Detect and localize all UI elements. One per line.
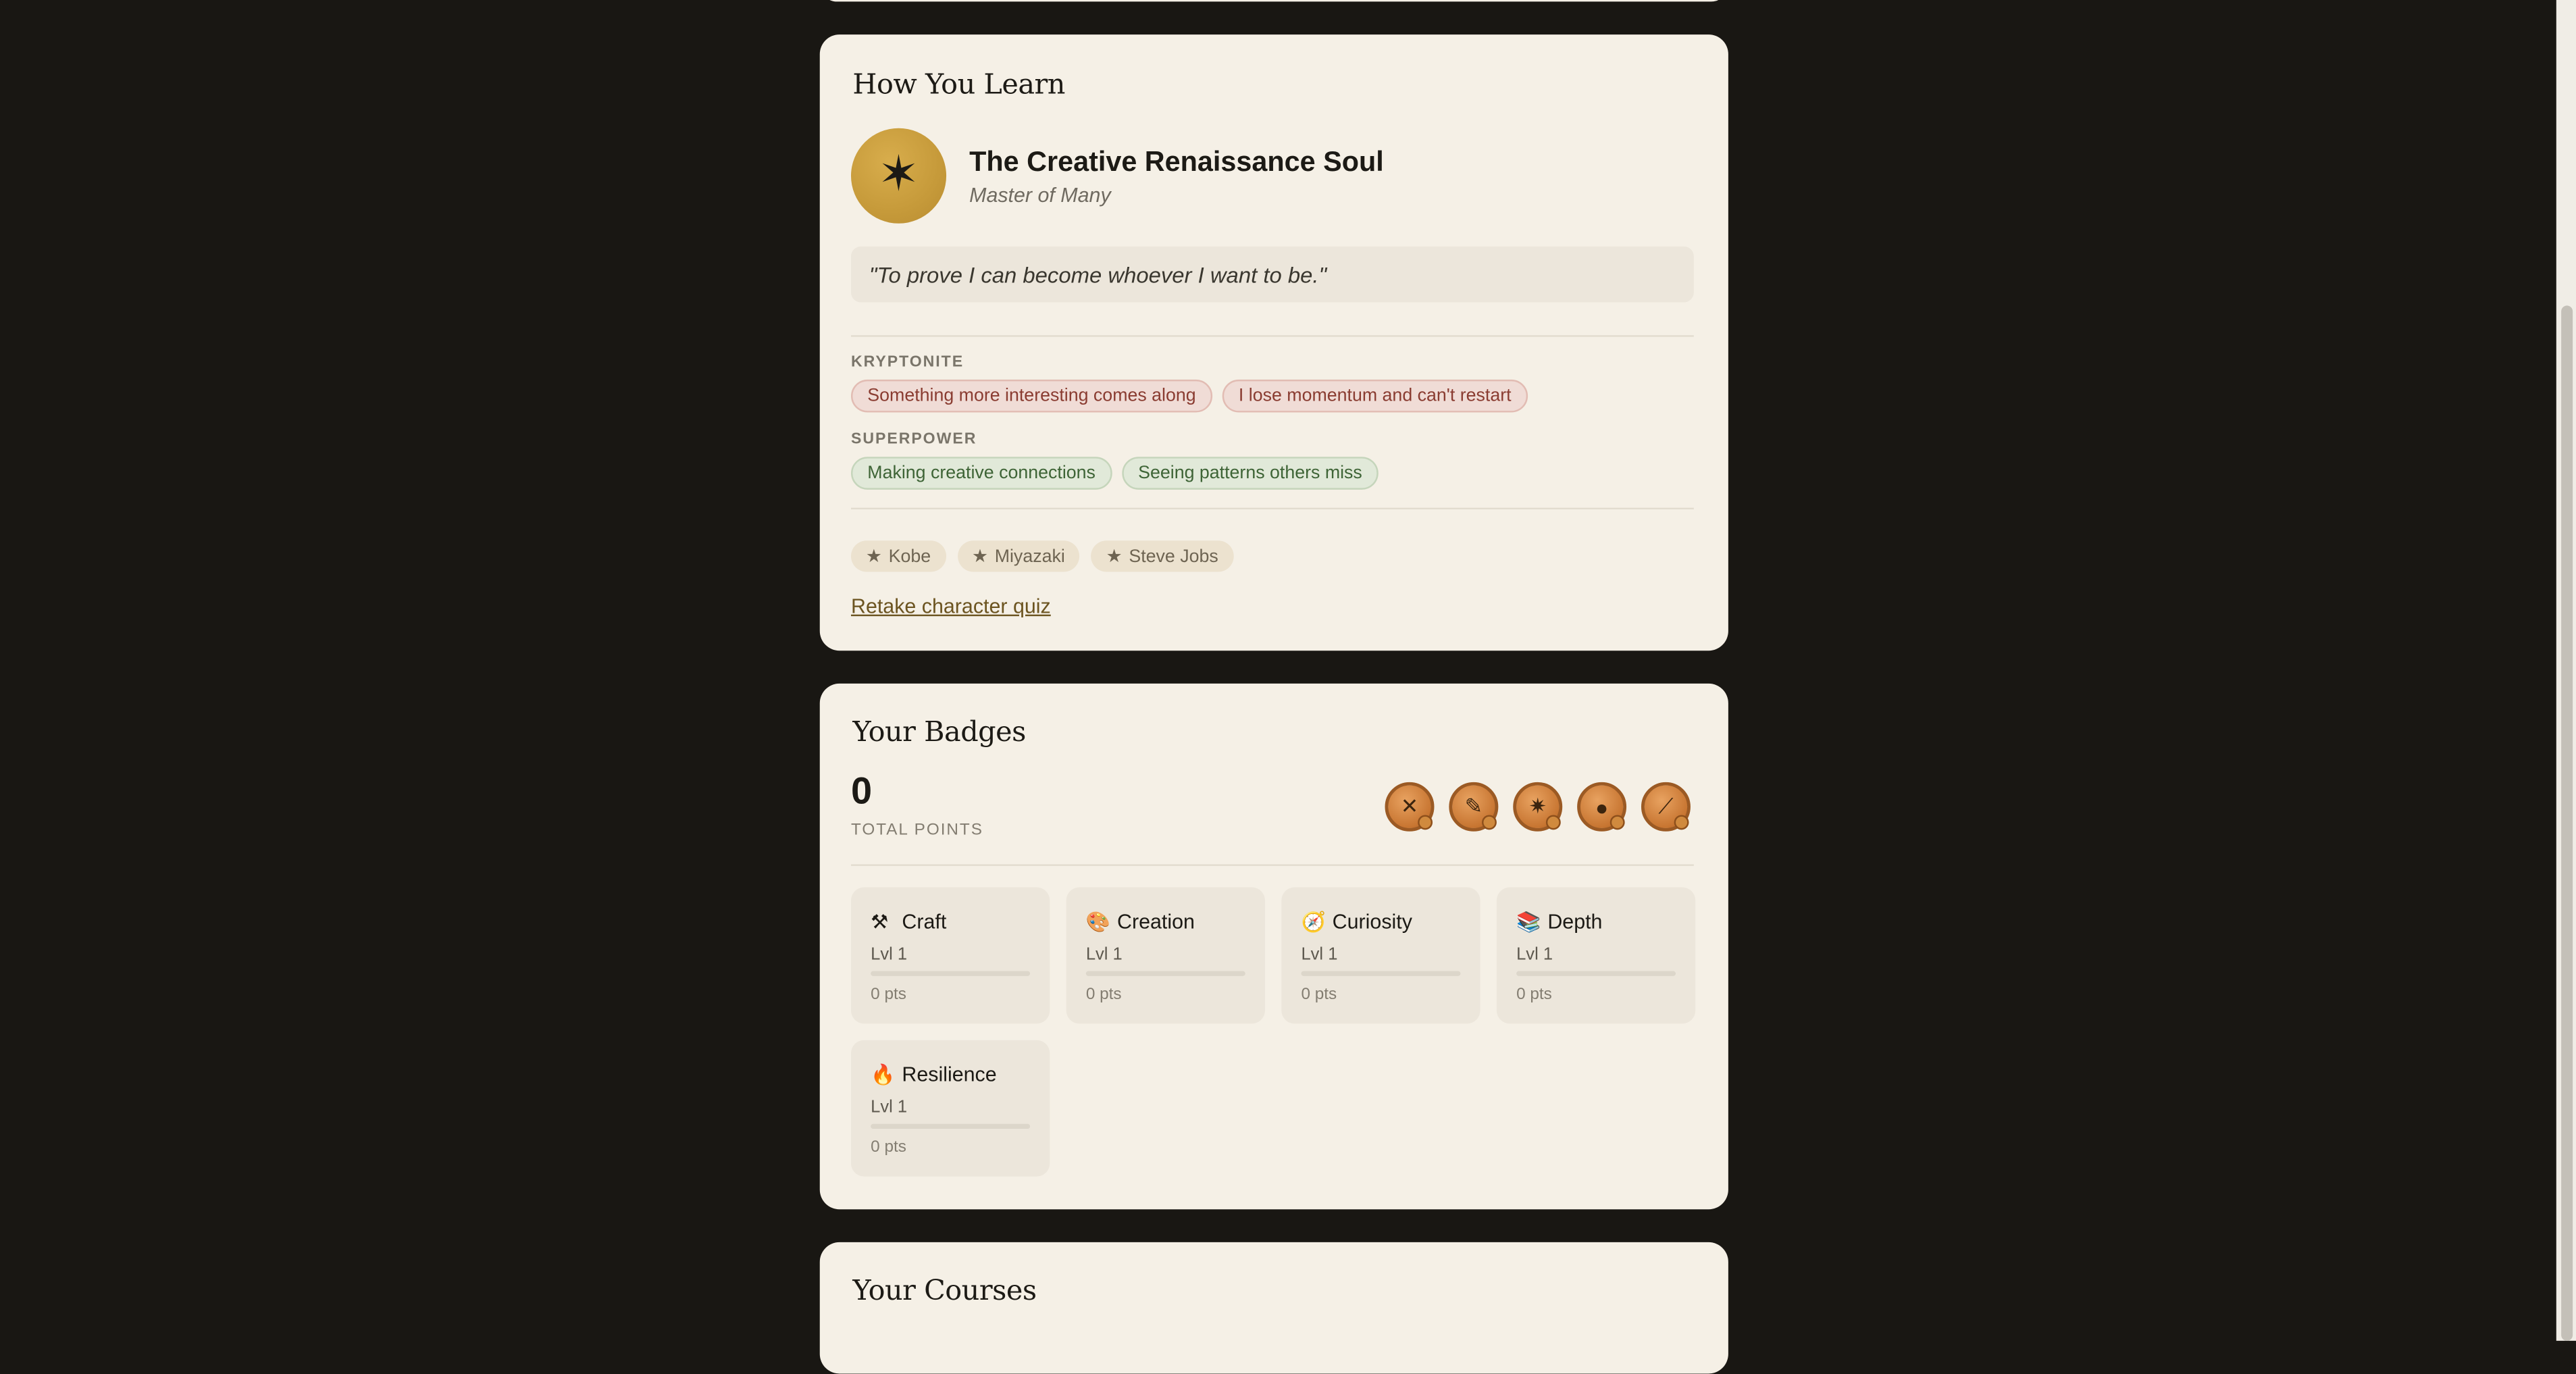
star-icon: ✶ <box>877 147 920 203</box>
category-name: Depth <box>1547 910 1603 934</box>
crossed-tools-icon[interactable]: ✕ <box>1385 782 1435 832</box>
badge-glyph: ● <box>1595 794 1609 819</box>
superpower-tags: Making creative connections Seeing patte… <box>850 457 1379 490</box>
palette-icon[interactable]: ✎ <box>1449 782 1499 832</box>
category-level: Lvl 1 <box>1301 944 1338 965</box>
category-card-creation[interactable]: 🎨 Creation Lvl 1 0 pts <box>1066 887 1265 1024</box>
star-icon: ★ <box>971 546 988 567</box>
kryptonite-label: KRYPTONITE <box>850 353 964 372</box>
category-points: 0 pts <box>1301 986 1337 1004</box>
category-points: 0 pts <box>1085 986 1122 1004</box>
badge-glyph: ✕ <box>1400 793 1419 819</box>
lock-icon <box>1674 815 1689 830</box>
category-card-depth[interactable]: 📚 Depth Lvl 1 0 pts <box>1496 887 1696 1024</box>
category-points: 0 pts <box>1516 986 1552 1004</box>
kryptonite-tag: Something more interesting comes along <box>850 379 1212 413</box>
books-icon: 📚 <box>1516 910 1541 934</box>
compass-icon[interactable]: ✷ <box>1513 782 1563 832</box>
character-emblem: ✶ <box>850 128 947 224</box>
palette-icon: 🎨 <box>1085 910 1111 934</box>
badges-card: Your Badges 0 TOTAL POINTS ✕ ✎ ✷ ● ⟋ ⚒ C… <box>819 683 1728 1210</box>
category-points: 0 pts <box>871 986 906 1004</box>
badge-glyph: ✷ <box>1528 793 1547 819</box>
learning-profile-card: How You Learn ✶ The Creative Renaissance… <box>819 34 1728 651</box>
badge-categories: ⚒ Craft Lvl 1 0 pts 🎨 Creation Lvl 1 0 p… <box>850 887 1696 1177</box>
category-card-curiosity[interactable]: 🧭 Curiosity Lvl 1 0 pts <box>1281 887 1480 1024</box>
fire-icon: 🔥 <box>871 1063 896 1086</box>
book-stack-icon[interactable]: ● <box>1577 782 1627 832</box>
superpower-tag: Seeing patterns others miss <box>1121 457 1379 490</box>
total-points-label: TOTAL POINTS <box>850 821 983 840</box>
lock-icon <box>1609 815 1625 830</box>
inspiration-name: Steve Jobs <box>1129 546 1218 566</box>
previous-card <box>819 0 1728 2</box>
inspiration-name: Miyazaki <box>994 546 1065 566</box>
inspiration-tags: ★ Kobe ★ Miyazaki ★ Steve Jobs <box>850 540 1233 572</box>
learning-card-title: How You Learn <box>852 69 1065 102</box>
category-name: Resilience <box>902 1063 997 1086</box>
page: How You Learn ✶ The Creative Renaissance… <box>0 0 2576 1374</box>
divider <box>850 507 1694 510</box>
category-name: Creation <box>1117 910 1195 934</box>
character-name: The Creative Renaissance Soul <box>969 146 1384 178</box>
superpower-label: SUPERPOWER <box>850 430 977 449</box>
quote-text: "To prove I can become whoever I want to… <box>869 261 1327 287</box>
category-card-resilience[interactable]: 🔥 Resilience Lvl 1 0 pts <box>850 1040 1050 1177</box>
courses-card: Your Courses <box>819 1242 1728 1374</box>
inspiration-name: Kobe <box>888 546 931 566</box>
kryptonite-tag: I lose momentum and can't restart <box>1222 379 1528 413</box>
category-card-craft[interactable]: ⚒ Craft Lvl 1 0 pts <box>850 887 1050 1024</box>
kryptonite-tags: Something more interesting comes along I… <box>850 379 1528 413</box>
badge-medals: ✕ ✎ ✷ ● ⟋ <box>1385 782 1691 832</box>
category-name: Craft <box>902 910 947 934</box>
badge-glyph: ⟋ <box>1658 793 1674 819</box>
inspiration-tag: ★ Steve Jobs <box>1091 540 1233 572</box>
category-points: 0 pts <box>871 1138 906 1157</box>
category-level: Lvl 1 <box>871 944 908 965</box>
scrollbar-thumb[interactable] <box>2561 305 2573 1341</box>
lock-icon <box>1482 815 1497 830</box>
category-level: Lvl 1 <box>871 1097 908 1118</box>
lock-icon <box>1545 815 1561 830</box>
hammer-pick-icon: ⚒ <box>871 910 889 934</box>
compass-icon: 🧭 <box>1301 910 1326 934</box>
category-progress-bar <box>1085 971 1245 976</box>
badge-glyph: ✎ <box>1464 793 1483 819</box>
character-quote: "To prove I can become whoever I want to… <box>850 246 1694 303</box>
total-points-value: 0 <box>850 769 873 812</box>
character-subtitle: Master of Many <box>969 184 1111 207</box>
category-progress-bar <box>871 971 1031 976</box>
category-progress-bar <box>871 1123 1031 1129</box>
lock-icon <box>1418 815 1433 830</box>
inspiration-tag: ★ Kobe <box>850 540 946 572</box>
flame-icon[interactable]: ⟋ <box>1641 782 1691 832</box>
inspiration-tag: ★ Miyazaki <box>957 540 1080 572</box>
courses-card-title: Your Courses <box>852 1275 1037 1308</box>
category-level: Lvl 1 <box>1085 944 1123 965</box>
badges-card-title: Your Badges <box>852 716 1026 750</box>
category-level: Lvl 1 <box>1516 944 1553 965</box>
divider <box>850 864 1694 866</box>
star-icon: ★ <box>865 546 882 567</box>
category-name: Curiosity <box>1332 910 1412 934</box>
category-progress-bar <box>1516 971 1676 976</box>
retake-quiz-link[interactable]: Retake character quiz <box>851 595 1051 618</box>
category-progress-bar <box>1301 971 1461 976</box>
star-icon: ★ <box>1106 546 1123 567</box>
divider <box>850 335 1694 337</box>
superpower-tag: Making creative connections <box>850 457 1112 490</box>
